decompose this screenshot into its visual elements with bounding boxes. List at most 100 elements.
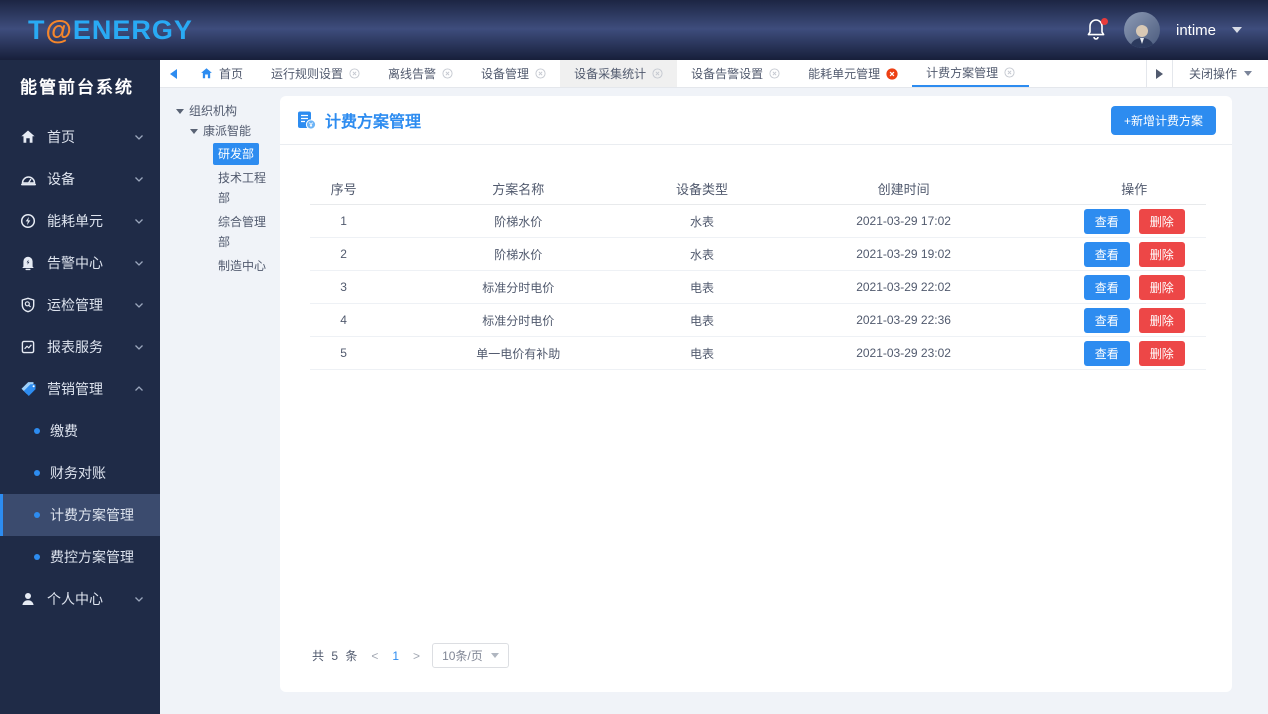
sidebar-item-label: 个人中心 (47, 591, 103, 607)
sidebar-item-label: 首页 (47, 129, 75, 145)
table-row: 5 单一电价有补助 电表 2021-03-29 23:02 查看 删除 (310, 337, 1206, 370)
close-icon[interactable] (442, 68, 453, 79)
tab-home[interactable]: 首页 (186, 60, 257, 87)
sidebar-item-label: 告警中心 (47, 255, 103, 271)
tree-node-rd-dept[interactable]: 研发部 (176, 143, 280, 165)
avatar[interactable] (1123, 12, 1160, 48)
view-button[interactable]: 查看 (1083, 340, 1130, 366)
home-icon (20, 129, 37, 146)
pagination: 共 5 条 < 1 > 10条/页 (280, 643, 1232, 692)
close-icon[interactable] (535, 68, 546, 79)
tree-node-company[interactable]: 康派智能 (176, 121, 280, 141)
view-button[interactable]: 查看 (1083, 307, 1130, 333)
bullet-dot-icon (34, 554, 40, 560)
close-icon[interactable] (769, 68, 780, 79)
close-operations-dropdown[interactable]: 关闭操作 (1171, 60, 1268, 87)
bullet-dot-icon (34, 428, 40, 434)
delete-button[interactable]: 删除 (1138, 208, 1185, 234)
col-header-plan-name: 方案名称 (492, 182, 545, 197)
sidebar-item-devices[interactable]: 设备 (0, 158, 160, 200)
tree-expand-icon[interactable] (176, 108, 184, 114)
page-title: 计费方案管理 (325, 114, 422, 131)
row-index: 3 (340, 280, 347, 294)
user-name[interactable]: intime (1176, 22, 1216, 39)
sidebar-item-label: 运检管理 (47, 297, 103, 313)
tree-node-general-mgmt-dept[interactable]: 综合管理部 (176, 211, 280, 253)
plan-name: 阶梯水价 (494, 247, 543, 262)
sidebar-subitem-finance-reconciliation[interactable]: 财务对账 (0, 452, 160, 494)
tabs-scroll-right-icon[interactable] (1145, 60, 1172, 87)
delete-button[interactable]: 删除 (1138, 241, 1185, 267)
top-bar: T@ENERGY intime (0, 0, 1268, 60)
row-index: 4 (340, 313, 347, 327)
close-icon[interactable] (349, 68, 360, 79)
user-menu-caret-icon[interactable] (1232, 27, 1242, 33)
tree-node-tech-engineering-dept[interactable]: 技术工程部 (176, 167, 280, 209)
chevron-up-icon (135, 386, 143, 391)
tab-device-alarm-settings[interactable]: 设备告警设置 (677, 60, 794, 87)
user-icon (20, 591, 37, 608)
tree-node-root[interactable]: 组织机构 (176, 101, 280, 121)
created-time: 2021-03-29 19:02 (856, 247, 951, 261)
marketing-icon (20, 381, 37, 398)
sidebar-item-personal-center[interactable]: 个人中心 (0, 578, 160, 620)
tab-energy-unit-mgmt[interactable]: 能耗单元管理 (794, 60, 912, 87)
next-page-icon[interactable]: > (411, 649, 422, 663)
page-size-select[interactable]: 10条/页 (432, 643, 509, 668)
tree-node-manufacturing-center[interactable]: 制造中心 (176, 255, 280, 277)
prev-page-icon[interactable]: < (369, 649, 380, 663)
col-header-device-type: 设备类型 (675, 182, 728, 197)
tab-offline-alarm[interactable]: 离线告警 (374, 60, 467, 87)
tabs-scroll-left-icon[interactable] (160, 60, 186, 87)
tree-expand-icon[interactable] (190, 128, 198, 134)
created-time: 2021-03-29 22:36 (856, 313, 951, 327)
org-tree: 组织机构 康派智能 研发部 技术工程部 综合管理部 制造中心 (160, 88, 280, 714)
device-icon (20, 171, 37, 188)
chevron-down-icon (135, 219, 143, 224)
billing-plan-table: 序号 方案名称 设备类型 创建时间 操作 1 阶梯水价 水表 2021-03-2… (280, 145, 1232, 370)
tab-device-collection-stats[interactable]: 设备采集统计 (560, 60, 678, 87)
sidebar-item-inspection[interactable]: 运检管理 (0, 284, 160, 326)
row-index: 2 (340, 247, 347, 261)
tab-device-mgmt[interactable]: 设备管理 (467, 60, 560, 87)
tab-run-rules[interactable]: 运行规则设置 (257, 60, 374, 87)
delete-button[interactable]: 删除 (1138, 307, 1185, 333)
close-icon-red[interactable] (886, 67, 898, 80)
chevron-down-icon (135, 261, 143, 266)
sidebar-item-marketing[interactable]: 营销管理 (0, 368, 160, 410)
row-index: 1 (340, 214, 347, 228)
sidebar-subitem-billing-plan[interactable]: 计费方案管理 (0, 494, 160, 536)
delete-button[interactable]: 删除 (1138, 274, 1185, 300)
delete-button[interactable]: 删除 (1138, 340, 1185, 366)
plan-name: 阶梯水价 (494, 214, 543, 229)
created-time: 2021-03-29 23:02 (856, 346, 951, 360)
chevron-down-icon (135, 303, 143, 308)
sidebar-item-home[interactable]: 首页 (0, 116, 160, 158)
created-time: 2021-03-29 17:02 (856, 214, 951, 228)
col-header-index: 序号 (330, 182, 357, 197)
table-row: 3 标准分时电价 电表 2021-03-29 22:02 查看 删除 (310, 271, 1206, 304)
sidebar-item-alarm-center[interactable]: 告警中心 (0, 242, 160, 284)
tab-billing-plan-mgmt[interactable]: 计费方案管理 (912, 60, 1030, 87)
sidebar-subitem-label: 财务对账 (50, 465, 106, 481)
app-logo: T@ENERGY (28, 14, 193, 45)
col-header-actions: 操作 (1121, 182, 1148, 197)
sidebar-item-label: 能耗单元 (47, 213, 103, 229)
notification-bell-icon[interactable] (1086, 18, 1108, 42)
table-header-row: 序号 方案名称 设备类型 创建时间 操作 (310, 173, 1206, 205)
sidebar-subitem-fee-control-plan[interactable]: 费控方案管理 (0, 536, 160, 578)
view-button[interactable]: 查看 (1083, 241, 1130, 267)
current-page[interactable]: 1 (390, 649, 401, 663)
close-icon[interactable] (652, 68, 663, 79)
add-billing-plan-button[interactable]: +新增计费方案 (1110, 105, 1216, 135)
sidebar-item-reports[interactable]: 报表服务 (0, 326, 160, 368)
sidebar-item-energy-units[interactable]: 能耗单元 (0, 200, 160, 242)
sidebar-subitem-label: 费控方案管理 (50, 549, 134, 565)
sidebar-subitem-payment[interactable]: 缴费 (0, 410, 160, 452)
view-button[interactable]: 查看 (1083, 274, 1130, 300)
close-icon[interactable] (1004, 67, 1015, 78)
plan-name: 标准分时电价 (482, 313, 555, 328)
inspection-icon (20, 297, 37, 314)
view-button[interactable]: 查看 (1083, 208, 1130, 234)
table-row: 2 阶梯水价 水表 2021-03-29 19:02 查看 删除 (310, 238, 1206, 271)
